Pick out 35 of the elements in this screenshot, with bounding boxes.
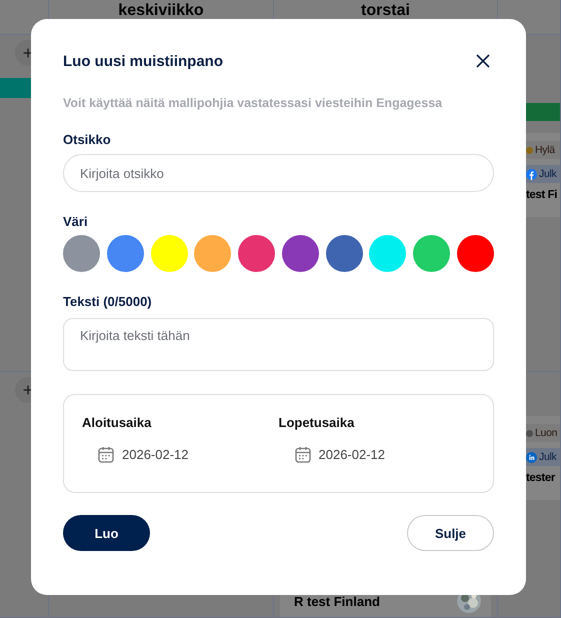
channel-label: Julk xyxy=(539,451,556,463)
post-title: tester xyxy=(526,472,556,484)
calendar-icon xyxy=(98,446,114,463)
color-swatch[interactable] xyxy=(238,235,276,272)
dialog-subtitle: Voit käyttää näitä mallipohjia vastatessasi viesteihin Engagessa xyxy=(63,96,444,110)
color-swatch[interactable] xyxy=(456,235,494,272)
close-button[interactable]: Sulje xyxy=(407,515,494,551)
create-button[interactable]: Luo xyxy=(63,515,150,551)
color-swatch[interactable] xyxy=(150,235,188,272)
color-swatch[interactable] xyxy=(326,235,363,272)
day-header: keskiviikko xyxy=(118,2,204,20)
field-label: Väri xyxy=(63,214,89,229)
dialog-title: Luo uusi muistiinpano xyxy=(63,52,223,70)
channel-label: Julk xyxy=(539,168,556,180)
field-label: Otsikko xyxy=(63,132,112,147)
text-field[interactable]: Kirjoita teksti tähän xyxy=(63,318,494,371)
date-value[interactable]: 2026-02-12 xyxy=(122,447,188,462)
color-swatch[interactable] xyxy=(413,235,450,272)
date-label: Lopetusaika xyxy=(278,415,356,430)
post-title: R test Finland xyxy=(294,594,380,608)
color-swatch[interactable] xyxy=(63,235,100,272)
title-field[interactable]: Kirjoita otsikko xyxy=(63,154,494,192)
close-icon xyxy=(476,54,490,68)
color-swatch[interactable] xyxy=(369,235,406,272)
status-label: Hylä xyxy=(535,144,555,156)
post-title: test Fi xyxy=(526,189,558,201)
day-header: torstai xyxy=(361,2,410,20)
status-label: Luon xyxy=(535,427,558,439)
color-swatch[interactable] xyxy=(282,235,319,272)
color-swatch[interactable] xyxy=(106,235,144,272)
calendar-icon xyxy=(294,446,310,463)
field-label: Teksti (0/5000) xyxy=(63,294,153,309)
color-swatch[interactable] xyxy=(194,235,232,272)
date-value[interactable]: 2026-02-12 xyxy=(318,447,385,462)
date-label: Aloitusaika xyxy=(82,415,152,430)
